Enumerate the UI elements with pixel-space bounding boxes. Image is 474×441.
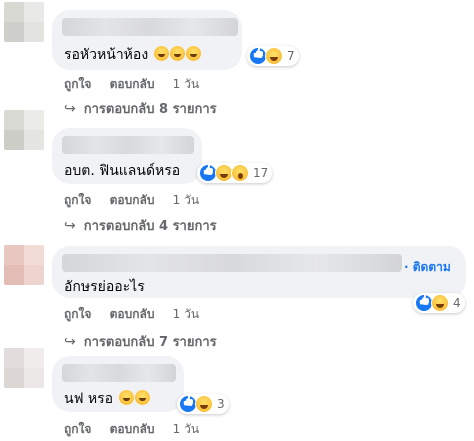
avatar[interactable]: [4, 2, 44, 42]
comment-text: รอหัวหน้าห้อง: [64, 47, 149, 63]
grinning-sweat-emoji: [153, 46, 169, 61]
reply-arrow-icon: ↪: [64, 218, 76, 234]
grinning-sweat-emoji: [185, 46, 201, 61]
rofl-emoji: [134, 390, 150, 405]
view-replies-link[interactable]: ↪ การตอบกลับ 8 รายการ: [64, 98, 217, 119]
comment-text-wrap: อบต. ฟินแลนด์หรอ: [64, 160, 180, 182]
reply-link[interactable]: ตอบกลับ: [110, 307, 155, 321]
like-link[interactable]: ถูกใจ: [64, 77, 91, 91]
reaction-summary[interactable]: 7: [247, 46, 299, 66]
reaction-summary[interactable]: 17: [197, 163, 273, 183]
haha-reaction-icon: [431, 294, 449, 312]
commenter-name-blurred[interactable]: [62, 254, 402, 272]
comment-actions: ถูกใจ ตอบกลับ 1 วัน: [64, 191, 213, 210]
comment-text: นฟ หรอ: [64, 391, 114, 407]
comment-actions: ถูกใจ ตอบกลับ 1 วัน: [64, 305, 213, 324]
reaction-count: 17: [253, 166, 269, 180]
reply-link[interactable]: ตอบกลับ: [110, 422, 155, 436]
comment-text-wrap: อักษรย่ออะไร: [64, 276, 145, 298]
like-link[interactable]: ถูกใจ: [64, 307, 91, 321]
rofl-emoji: [118, 390, 134, 405]
like-link[interactable]: ถูกใจ: [64, 193, 91, 207]
reaction-count: 7: [287, 49, 295, 63]
wow-reaction-icon: [231, 164, 249, 182]
replies-count-text: การตอบกลับ 8 รายการ: [83, 102, 217, 117]
haha-reaction-icon: [265, 47, 283, 65]
commenter-name-blurred[interactable]: [62, 18, 238, 36]
reply-arrow-icon: ↪: [64, 101, 76, 117]
comment-text-wrap: รอหัวหน้าห้อง: [64, 44, 201, 66]
view-replies-link[interactable]: ↪ การตอบกลับ 4 รายการ: [64, 215, 217, 236]
reaction-summary[interactable]: 3: [177, 394, 229, 414]
grinning-sweat-emoji: [169, 46, 185, 61]
reaction-count: 4: [453, 296, 461, 310]
timestamp[interactable]: 1 วัน: [173, 307, 199, 321]
comment-bubble: · ติดตาม อักษรย่ออะไร: [52, 246, 466, 298]
view-replies-link[interactable]: ↪ การตอบกลับ 7 รายการ: [64, 331, 217, 352]
like-link[interactable]: ถูกใจ: [64, 422, 91, 436]
follow-link[interactable]: · ติดตาม: [404, 258, 451, 277]
reaction-count: 3: [217, 397, 225, 411]
replies-count-text: การตอบกลับ 4 รายการ: [83, 219, 217, 234]
comment-bubble: รอหัวหน้าห้อง: [52, 10, 242, 70]
comment-text: อบต. ฟินแลนด์หรอ: [64, 163, 181, 179]
haha-reaction-icon: [195, 395, 213, 413]
comment-text-wrap: นฟ หรอ: [64, 388, 150, 410]
comment-actions: ถูกใจ ตอบกลับ 1 วัน: [64, 75, 213, 94]
commenter-name-blurred[interactable]: [62, 364, 176, 382]
comment-actions: ถูกใจ ตอบกลับ 1 วัน: [64, 420, 213, 439]
reply-link[interactable]: ตอบกลับ: [110, 77, 155, 91]
commenter-name-blurred[interactable]: [62, 136, 194, 154]
avatar[interactable]: [4, 348, 44, 388]
comment-bubble: นฟ หรอ: [52, 356, 184, 412]
timestamp[interactable]: 1 วัน: [173, 193, 199, 207]
reply-link[interactable]: ตอบกลับ: [110, 193, 155, 207]
timestamp[interactable]: 1 วัน: [173, 422, 199, 436]
comment-text: อักษรย่ออะไร: [64, 279, 145, 295]
timestamp[interactable]: 1 วัน: [173, 77, 199, 91]
avatar[interactable]: [4, 245, 44, 285]
reaction-summary[interactable]: 4: [413, 293, 465, 313]
avatar[interactable]: [4, 110, 44, 150]
reply-arrow-icon: ↪: [64, 334, 76, 350]
replies-count-text: การตอบกลับ 7 รายการ: [83, 335, 217, 350]
comment-bubble: อบต. ฟินแลนด์หรอ: [52, 128, 202, 184]
